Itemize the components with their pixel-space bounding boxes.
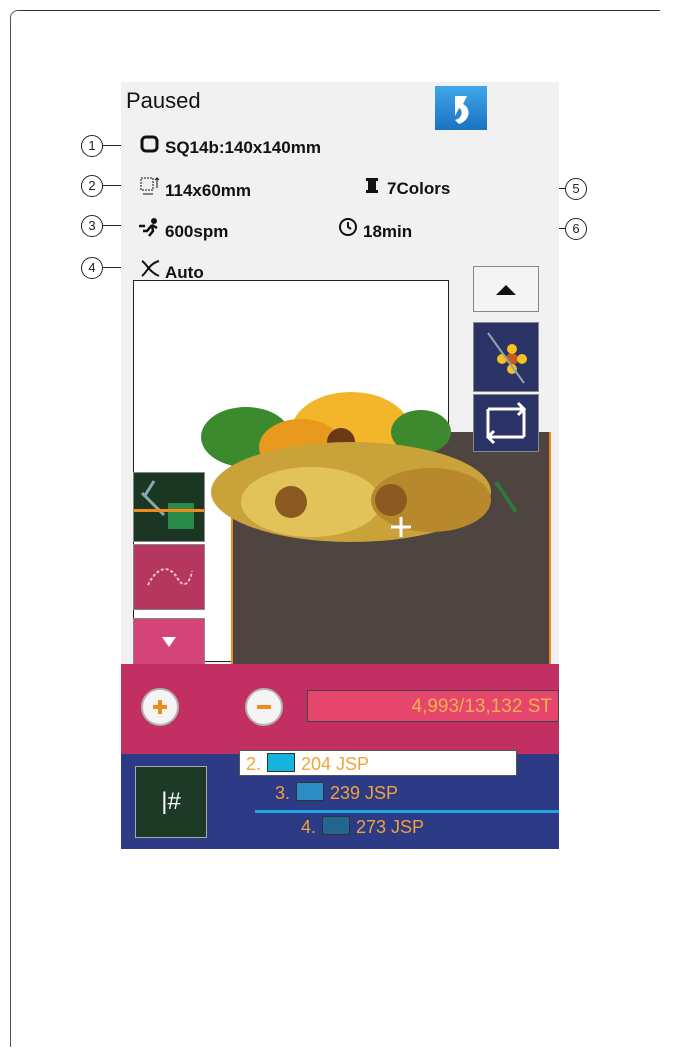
hoop-info: SQ14b:140x140mm [139, 135, 321, 158]
thread-swatch [267, 753, 296, 772]
callout-5: 5 [565, 178, 587, 200]
callout-1: 1 [81, 135, 103, 157]
speed-info: 600spm [139, 217, 228, 242]
stitch-back-button[interactable] [133, 544, 205, 610]
thread-number: 3. [275, 783, 291, 803]
stitch-plus-button[interactable] [141, 688, 179, 726]
thread-code: 273 JSP [356, 817, 425, 837]
color-select-button[interactable] [473, 322, 539, 392]
plus-icon [153, 700, 167, 714]
triangle-up-icon [496, 285, 516, 295]
embroidery-screen: Paused SQ14b:140x140mm 114x60mm 7Colors … [121, 82, 559, 849]
clock-icon [337, 217, 359, 242]
status-label: Paused [126, 88, 201, 113]
size-info: 114x60mm [139, 176, 251, 201]
spool-icon [361, 176, 383, 199]
thread-number: 4. [301, 817, 317, 837]
callout-4: 4 [81, 257, 103, 279]
colors-info: 7Colors [361, 176, 450, 199]
hoop-text: SQ14b:140x140mm [165, 138, 321, 157]
trace-icon [485, 401, 527, 445]
colors-text: 7Colors [387, 179, 451, 198]
hoop-move-icon [134, 480, 204, 529]
stitch-minus-button[interactable] [245, 688, 283, 726]
needle-jump-icon [147, 568, 193, 586]
jog-button[interactable] [133, 472, 205, 542]
thread-code: 239 JSP [330, 783, 399, 803]
page-border [10, 10, 19, 1047]
speed-text: 600spm [165, 222, 229, 241]
callout-2: 2 [81, 175, 103, 197]
callout-3: 3 [81, 215, 103, 237]
callout-6: 6 [565, 218, 587, 240]
flower-icon [487, 332, 527, 384]
thread-row-selected[interactable]: 2. 204 JSP [239, 750, 517, 776]
triangle-down-icon [162, 637, 176, 647]
thread-code: 204 JSP [301, 754, 370, 774]
thread-divider [255, 810, 559, 813]
thread-number: 2. [246, 754, 262, 774]
thread-row[interactable]: 4. 273 JSP [301, 816, 424, 838]
return-arrow-icon [455, 96, 469, 124]
hoop-icon [139, 135, 161, 158]
thread-number-button[interactable]: |# [135, 766, 207, 838]
time-info: 18min [337, 217, 412, 242]
back-button[interactable] [435, 86, 487, 130]
thread-swatch [296, 782, 325, 801]
top-rule [18, 10, 660, 11]
time-text: 18min [363, 222, 413, 241]
minus-icon [257, 705, 271, 709]
trace-button[interactable] [473, 394, 539, 452]
scroll-down-button[interactable] [133, 618, 205, 668]
scroll-up-button[interactable] [473, 266, 539, 312]
stitch-count-bar: 4,993/13,132 ST [307, 690, 559, 722]
thread-row[interactable]: 3. 239 JSP [275, 782, 398, 804]
size-icon [139, 176, 161, 201]
runner-icon [139, 217, 161, 242]
thread-swatch [322, 816, 351, 835]
size-text: 114x60mm [165, 181, 252, 200]
